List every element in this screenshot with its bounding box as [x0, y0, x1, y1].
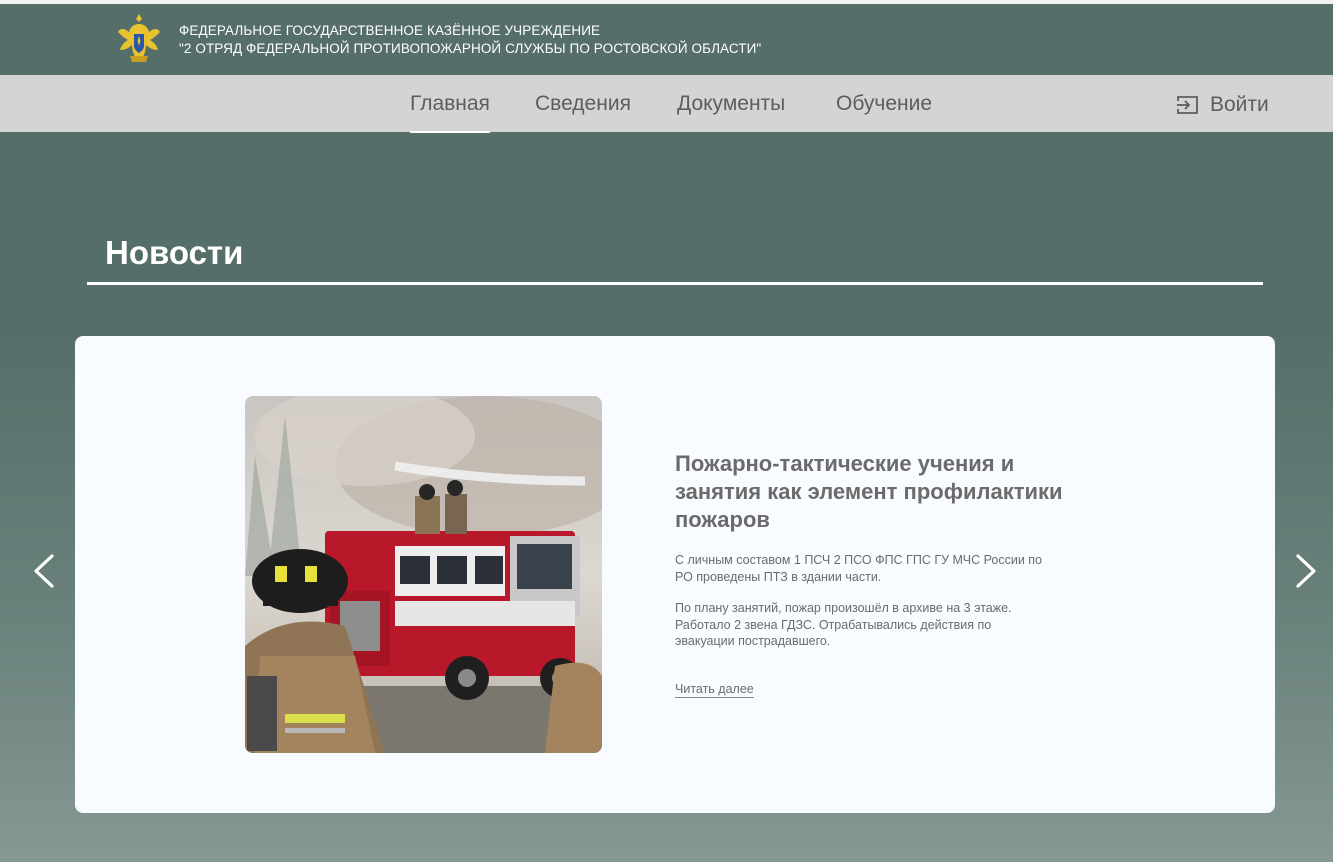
news-card: Пожарно-тактические учения и занятия как…	[75, 336, 1275, 813]
login-icon	[1177, 96, 1198, 114]
read-more-link[interactable]: Читать далее	[675, 682, 754, 698]
news-title[interactable]: Пожарно-тактические учения и занятия как…	[675, 450, 1105, 534]
emchs-emblem-icon[interactable]	[116, 10, 162, 68]
news-photo[interactable]	[245, 396, 602, 753]
login-label: Войти	[1210, 93, 1269, 116]
section-divider	[87, 282, 1263, 285]
org-title: ФЕДЕРАЛЬНОЕ ГОСУДАРСТВЕННОЕ КАЗЁННОЕ УЧР…	[179, 22, 761, 58]
org-title-line2: "2 ОТРЯД ФЕДЕРАЛЬНОЙ ПРОТИВОПОЖАРНОЙ СЛУ…	[179, 41, 762, 56]
chevron-right-icon[interactable]	[1292, 552, 1320, 590]
login-button[interactable]: Войти	[1176, 91, 1269, 119]
nav-item-info[interactable]: Сведения	[535, 92, 631, 132]
nav-item-training[interactable]: Обучение	[836, 92, 932, 132]
news-excerpt: С личным составом 1 ПСЧ 2 ПСО ФПС ГПС ГУ…	[675, 552, 1050, 650]
news-section-title: Новости	[105, 234, 244, 271]
org-title-line1: ФЕДЕРАЛЬНОЕ ГОСУДАРСТВЕННОЕ КАЗЁННОЕ УЧР…	[179, 23, 601, 38]
news-paragraph-2: По плану занятий, пожар произошёл в архи…	[675, 601, 1012, 648]
chevron-left-icon[interactable]	[30, 552, 58, 590]
site-header: ФЕДЕРАЛЬНОЕ ГОСУДАРСТВЕННОЕ КАЗЁННОЕ УЧР…	[0, 4, 1333, 75]
nav-item-home[interactable]: Главная	[410, 92, 490, 133]
firefighters-fire-truck-photo	[245, 396, 602, 753]
main-nav: Главная Сведения Документы Обучение Войт…	[0, 75, 1333, 133]
nav-item-documents[interactable]: Документы	[677, 92, 785, 132]
news-paragraph-1: С личным составом 1 ПСЧ 2 ПСО ФПС ГПС ГУ…	[675, 553, 1042, 584]
